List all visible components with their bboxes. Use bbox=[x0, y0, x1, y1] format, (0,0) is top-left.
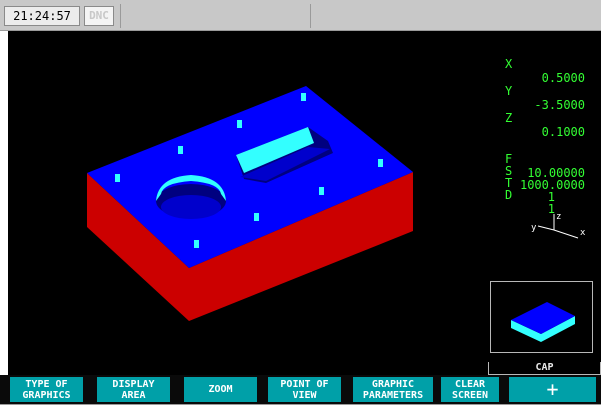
axis-x-label: x bbox=[580, 228, 586, 238]
readout-z: Z 0.1000 bbox=[505, 97, 585, 139]
bottom-border bbox=[0, 404, 601, 419]
more-softkeys-plus-button[interactable]: + bbox=[509, 377, 596, 402]
clock-display: 21:24:57 bbox=[4, 6, 80, 26]
readout-d-value: 1 bbox=[547, 202, 555, 216]
cap-label: CAP bbox=[488, 362, 601, 375]
readout-t: T 1 bbox=[505, 162, 555, 204]
status-divider bbox=[120, 4, 121, 28]
readout-y-label: Y bbox=[505, 84, 513, 98]
status-bar: 21:24:57 DNC bbox=[0, 0, 601, 31]
axis-y-label: y bbox=[531, 223, 537, 233]
dnc-mode-badge: DNC bbox=[84, 6, 114, 26]
display-area-softkey[interactable]: DISPLAY AREA bbox=[97, 377, 170, 402]
point-of-view-softkey[interactable]: POINT OF VIEW bbox=[268, 377, 341, 402]
cap-preview-drawing bbox=[511, 302, 575, 342]
readout-x-label: X bbox=[505, 57, 513, 71]
readout-y: Y -3.5000 bbox=[505, 70, 585, 112]
zoom-softkey[interactable]: ZOOM bbox=[184, 377, 257, 402]
readout-x: X 0.5000 bbox=[505, 43, 585, 85]
readout-z-value: 0.1000 bbox=[541, 125, 585, 139]
clear-screen-softkey[interactable]: CLEAR SCREEN bbox=[441, 377, 499, 402]
readout-z-label: Z bbox=[505, 111, 513, 125]
readout-s: S 1000.0000 bbox=[505, 150, 585, 192]
cap-label-strip: CAP bbox=[8, 362, 601, 375]
status-divider bbox=[310, 4, 311, 28]
cap-preview-window bbox=[490, 281, 593, 353]
type-of-graphics-softkey[interactable]: TYPE OF GRAPHICS bbox=[10, 377, 83, 402]
readout-d: D 1 bbox=[505, 174, 555, 216]
readout-f: F 10.00000 bbox=[505, 138, 585, 180]
readout-d-label: D bbox=[505, 188, 513, 202]
graphic-parameters-softkey[interactable]: GRAPHIC PARAMETERS bbox=[353, 377, 433, 402]
axis-z-label: z bbox=[556, 212, 561, 222]
softkey-bar: TYPE OF GRAPHICS DISPLAY AREA ZOOM POINT… bbox=[0, 375, 601, 404]
